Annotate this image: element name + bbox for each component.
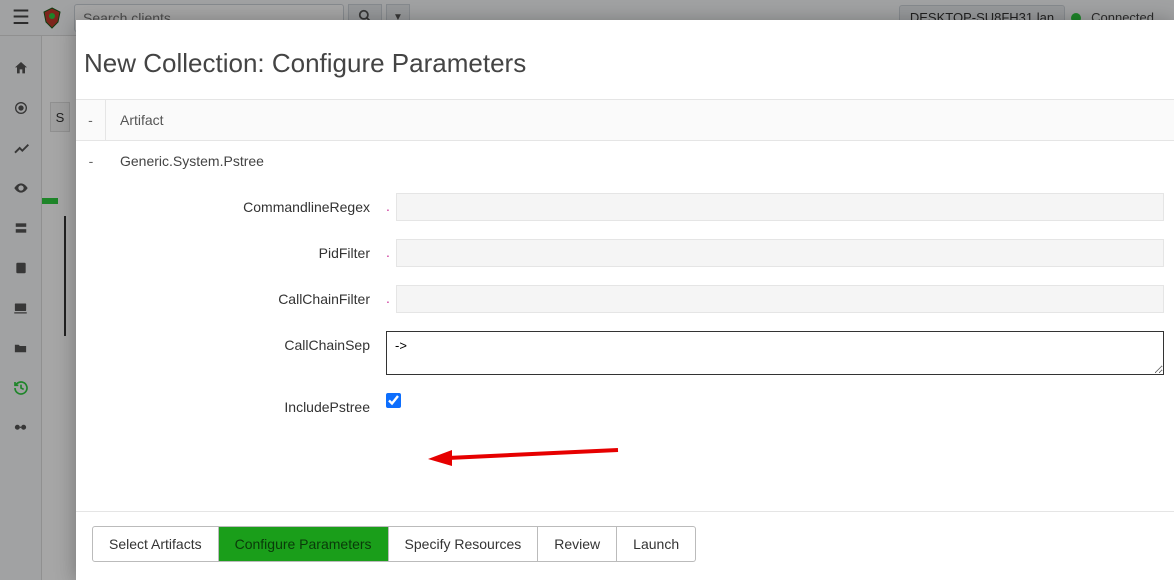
- field-includepstree: IncludePstree: [86, 393, 1164, 415]
- step-configure-parameters[interactable]: Configure Parameters: [219, 526, 389, 562]
- artifact-header-row: - Artifact: [76, 99, 1174, 141]
- field-commandline: CommandlineRegex .: [86, 193, 1164, 221]
- artifact-row-toggle[interactable]: -: [76, 153, 106, 169]
- label-includepstree: IncludePstree: [86, 393, 386, 415]
- wizard-steps: Select Artifacts Configure Parameters Sp…: [76, 511, 1174, 580]
- collapse-toggle[interactable]: -: [76, 100, 106, 140]
- step-select-artifacts[interactable]: Select Artifacts: [92, 526, 219, 562]
- input-commandline[interactable]: [396, 193, 1164, 221]
- checkbox-includepstree[interactable]: [386, 393, 401, 408]
- artifact-name: Generic.System.Pstree: [106, 153, 264, 169]
- label-commandline: CommandlineRegex: [86, 193, 386, 215]
- label-callchainsep: CallChainSep: [86, 331, 386, 353]
- field-callchainfilter: CallChainFilter .: [86, 285, 1164, 313]
- artifact-header-label: Artifact: [106, 100, 178, 140]
- input-callchainsep[interactable]: [386, 331, 1164, 375]
- label-pidfilter: PidFilter: [86, 239, 386, 261]
- step-specify-resources[interactable]: Specify Resources: [389, 526, 539, 562]
- input-callchainfilter[interactable]: [396, 285, 1164, 313]
- parameters-form: CommandlineRegex . PidFilter . CallChain…: [76, 175, 1174, 511]
- modal-title: New Collection: Configure Parameters: [76, 20, 1174, 99]
- field-callchainsep: CallChainSep: [86, 331, 1164, 375]
- step-review[interactable]: Review: [538, 526, 617, 562]
- dot-icon: .: [386, 245, 390, 261]
- dot-icon: .: [386, 199, 390, 215]
- artifact-row: - Generic.System.Pstree: [76, 141, 1174, 175]
- input-pidfilter[interactable]: [396, 239, 1164, 267]
- step-launch[interactable]: Launch: [617, 526, 696, 562]
- new-collection-modal: New Collection: Configure Parameters - A…: [76, 20, 1174, 580]
- dot-icon: .: [386, 291, 390, 307]
- label-callchainfilter: CallChainFilter: [86, 285, 386, 307]
- field-pidfilter: PidFilter .: [86, 239, 1164, 267]
